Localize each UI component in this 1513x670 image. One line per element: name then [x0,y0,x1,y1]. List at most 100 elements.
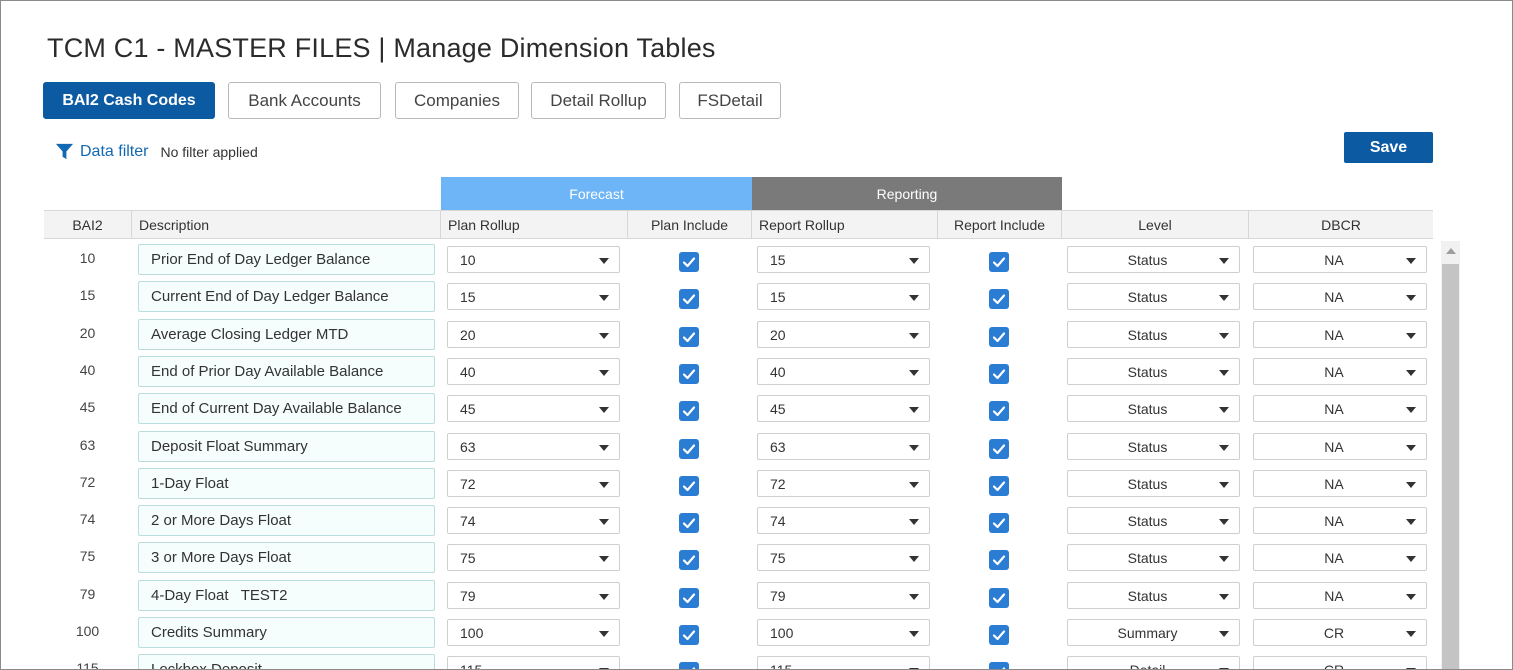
dbcr-select[interactable]: NA [1253,507,1427,534]
description-field[interactable]: Lockbox Deposit [138,654,435,669]
column-header-bai2[interactable]: BAI2 [44,211,132,238]
report-include-checkbox[interactable] [989,364,1009,384]
tab-detail-rollup[interactable]: Detail Rollup [531,82,666,119]
column-header-plan-rollup[interactable]: Plan Rollup [441,211,628,238]
report-rollup-select[interactable]: 72 [757,470,930,497]
description-field[interactable]: Credits Summary [138,617,435,648]
level-select[interactable]: Status [1067,395,1240,422]
dropdown-arrow-icon[interactable] [909,407,919,413]
tab-bai2-cash-codes[interactable]: BAI2 Cash Codes [43,82,215,119]
dropdown-arrow-icon[interactable] [1219,594,1229,600]
dropdown-arrow-icon[interactable] [909,445,919,451]
dropdown-arrow-icon[interactable] [1406,258,1416,264]
column-header-plan-include[interactable]: Plan Include [628,211,752,238]
dropdown-arrow-icon[interactable] [1219,631,1229,637]
dropdown-arrow-icon[interactable] [599,631,609,637]
dropdown-arrow-icon[interactable] [599,594,609,600]
dropdown-arrow-icon[interactable] [599,258,609,264]
description-field[interactable]: Average Closing Ledger MTD [138,319,435,350]
plan-include-checkbox[interactable] [679,364,699,384]
plan-include-checkbox[interactable] [679,252,699,272]
dropdown-arrow-icon[interactable] [1219,295,1229,301]
dropdown-arrow-icon[interactable] [599,445,609,451]
scrollbar-thumb[interactable] [1442,264,1459,669]
plan-include-checkbox[interactable] [679,513,699,533]
report-include-checkbox[interactable] [989,252,1009,272]
dropdown-arrow-icon[interactable] [1406,407,1416,413]
plan-include-checkbox[interactable] [679,550,699,570]
report-include-checkbox[interactable] [989,662,1009,669]
dbcr-select[interactable]: NA [1253,582,1427,609]
level-select[interactable]: Status [1067,507,1240,534]
report-rollup-select[interactable]: 100 [757,619,930,646]
report-rollup-select[interactable]: 115 [757,656,930,669]
level-select[interactable]: Status [1067,433,1240,460]
dbcr-select[interactable]: NA [1253,358,1427,385]
vertical-scrollbar[interactable] [1441,241,1460,669]
report-include-checkbox[interactable] [989,401,1009,421]
report-include-checkbox[interactable] [989,513,1009,533]
description-field[interactable]: End of Current Day Available Balance [138,393,435,424]
description-field[interactable]: Prior End of Day Ledger Balance [138,244,435,275]
dropdown-arrow-icon[interactable] [1406,445,1416,451]
report-include-checkbox[interactable] [989,625,1009,645]
tab-companies[interactable]: Companies [395,82,519,119]
column-header-report-rollup[interactable]: Report Rollup [752,211,938,238]
dropdown-arrow-icon[interactable] [599,333,609,339]
tab-fsdetail[interactable]: FSDetail [679,82,781,119]
dropdown-arrow-icon[interactable] [1219,333,1229,339]
description-field[interactable]: 1-Day Float [138,468,435,499]
column-header-dbcr[interactable]: DBCR [1249,211,1433,238]
dropdown-arrow-icon[interactable] [599,519,609,525]
level-select[interactable]: Status [1067,283,1240,310]
tab-bank-accounts[interactable]: Bank Accounts [228,82,381,119]
dropdown-arrow-icon[interactable] [1406,594,1416,600]
dropdown-arrow-icon[interactable] [1219,556,1229,562]
dropdown-arrow-icon[interactable] [1219,258,1229,264]
dbcr-select[interactable]: CR [1253,656,1427,669]
plan-rollup-select[interactable]: 63 [447,433,620,460]
report-include-checkbox[interactable] [989,439,1009,459]
plan-include-checkbox[interactable] [679,625,699,645]
plan-include-checkbox[interactable] [679,439,699,459]
report-rollup-select[interactable]: 74 [757,507,930,534]
dbcr-select[interactable]: NA [1253,283,1427,310]
report-rollup-select[interactable]: 15 [757,283,930,310]
report-include-checkbox[interactable] [989,476,1009,496]
plan-include-checkbox[interactable] [679,476,699,496]
report-include-checkbox[interactable] [989,289,1009,309]
plan-include-checkbox[interactable] [679,327,699,347]
plan-rollup-select[interactable]: 74 [447,507,620,534]
plan-rollup-select[interactable]: 115 [447,656,620,669]
dropdown-arrow-icon[interactable] [599,295,609,301]
dropdown-arrow-icon[interactable] [909,519,919,525]
dropdown-arrow-icon[interactable] [599,407,609,413]
level-select[interactable]: Status [1067,321,1240,348]
dropdown-arrow-icon[interactable] [1406,519,1416,525]
report-rollup-select[interactable]: 79 [757,582,930,609]
description-field[interactable]: Current End of Day Ledger Balance [138,281,435,312]
report-rollup-select[interactable]: 20 [757,321,930,348]
report-include-checkbox[interactable] [989,550,1009,570]
dropdown-arrow-icon[interactable] [1219,445,1229,451]
dropdown-arrow-icon[interactable] [1406,370,1416,376]
report-rollup-select[interactable]: 15 [757,246,930,273]
dropdown-arrow-icon[interactable] [1406,631,1416,637]
level-select[interactable]: Status [1067,358,1240,385]
dbcr-select[interactable]: NA [1253,395,1427,422]
description-field[interactable]: 3 or More Days Float [138,542,435,573]
scroll-up-arrow-icon[interactable] [1446,248,1456,254]
description-field[interactable]: Deposit Float Summary [138,431,435,462]
filter-funnel-icon[interactable] [55,142,74,161]
dbcr-select[interactable]: CR [1253,619,1427,646]
report-include-checkbox[interactable] [989,327,1009,347]
plan-rollup-select[interactable]: 79 [447,582,620,609]
plan-rollup-select[interactable]: 20 [447,321,620,348]
plan-rollup-select[interactable]: 75 [447,544,620,571]
dbcr-select[interactable]: NA [1253,246,1427,273]
dropdown-arrow-icon[interactable] [909,370,919,376]
dbcr-select[interactable]: NA [1253,470,1427,497]
column-header-report-include[interactable]: Report Include [938,211,1062,238]
plan-rollup-select[interactable]: 72 [447,470,620,497]
level-select[interactable]: Status [1067,582,1240,609]
